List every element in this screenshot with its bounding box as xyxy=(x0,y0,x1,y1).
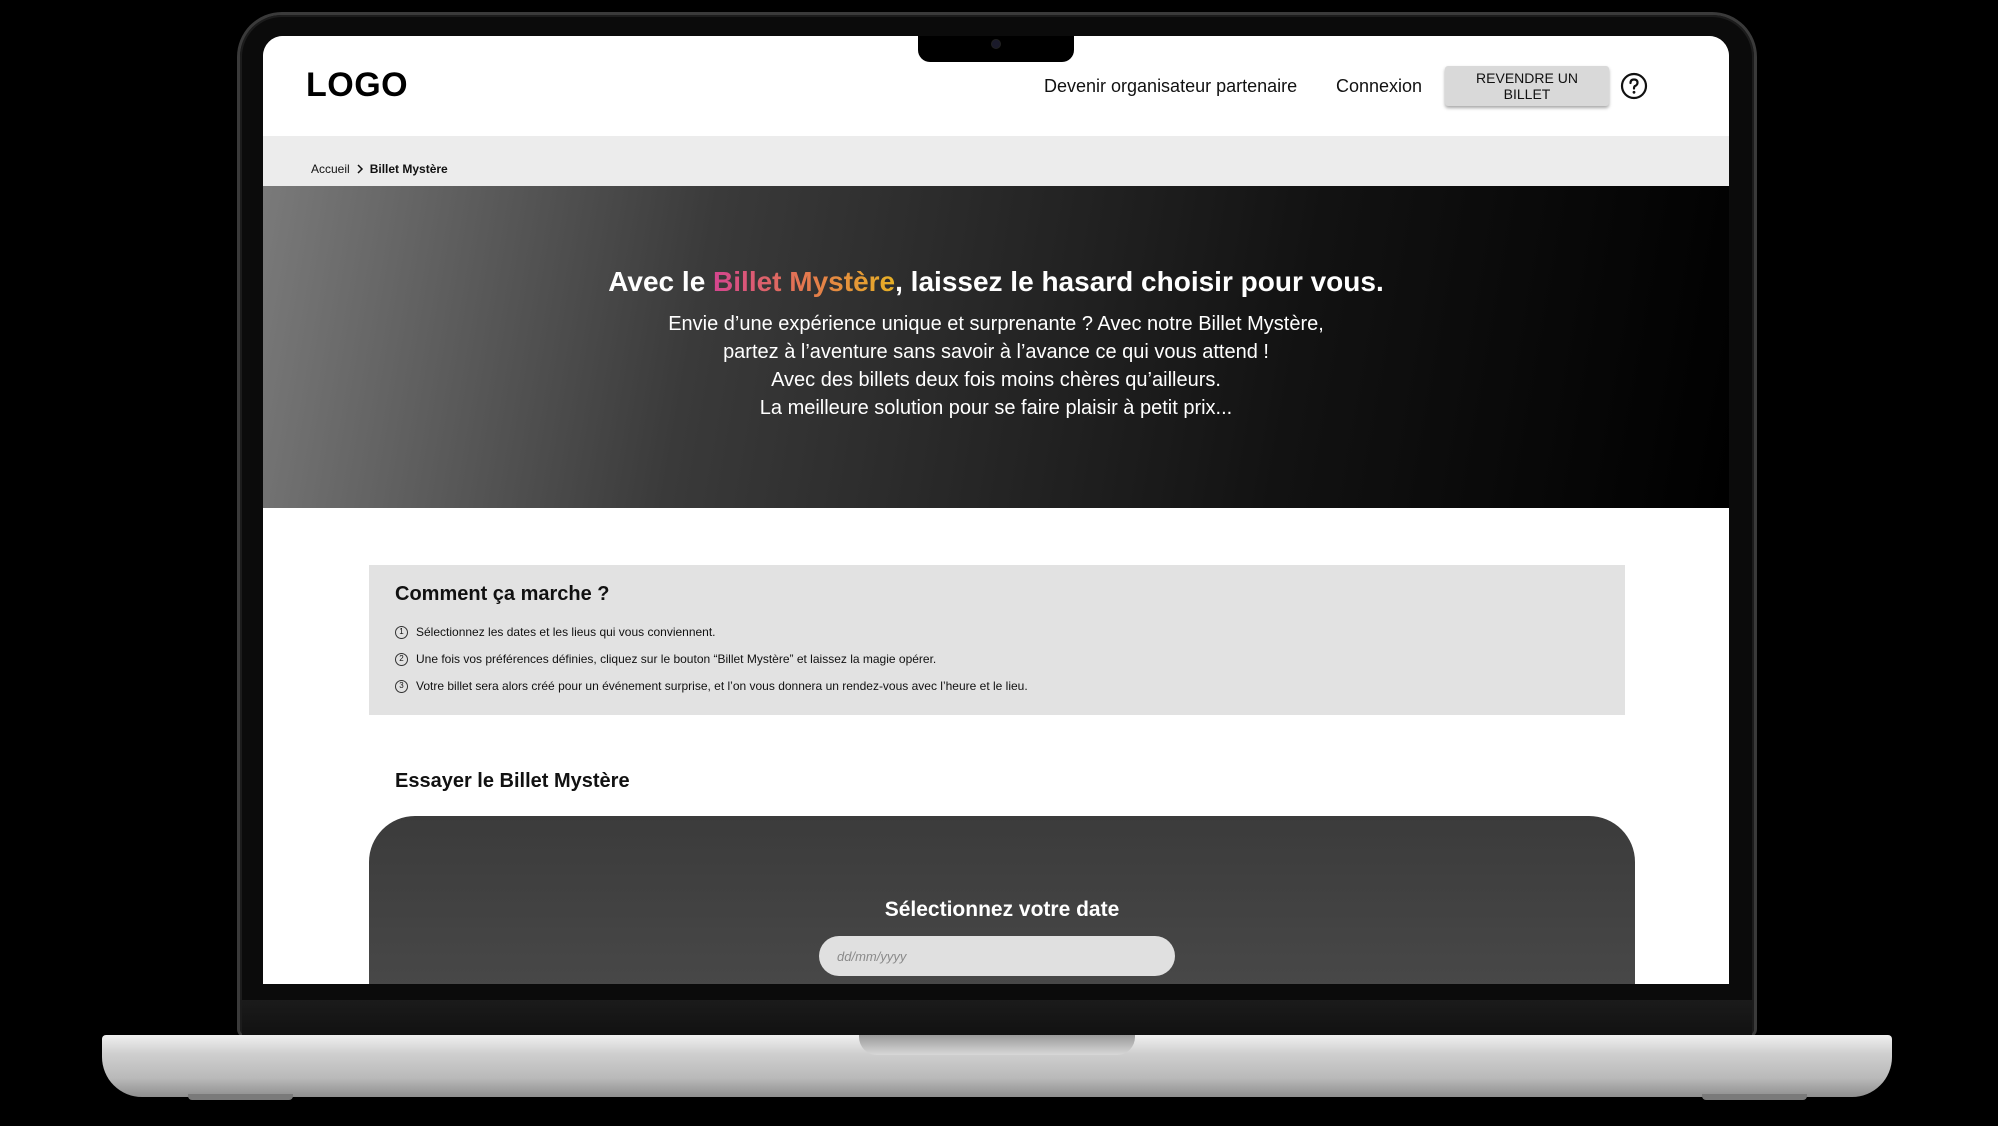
how-it-works-title: Comment ça marche ? xyxy=(395,583,610,605)
site-logo[interactable]: LOGO xyxy=(306,66,408,105)
screen-notch xyxy=(918,36,1074,62)
hero-title-highlight: Billet Mystère xyxy=(713,266,896,297)
breadcrumb-home[interactable]: Accueil xyxy=(311,162,350,176)
hero-title-before: Avec le xyxy=(608,266,714,297)
date-input[interactable] xyxy=(819,936,1175,976)
hero-line: Avec des billets deux fois moins chères … xyxy=(771,369,1221,391)
hero-title: Avec le Billet Mystère, laissez le hasar… xyxy=(263,266,1729,298)
laptop-base xyxy=(102,1035,1892,1097)
step-item: 3 Votre billet sera alors créé pour un é… xyxy=(395,679,1028,693)
laptop-foot-right xyxy=(1702,1094,1807,1100)
camera-icon xyxy=(992,40,1000,48)
breadcrumb: Accueil Billet Mystère xyxy=(263,136,1729,186)
resell-ticket-button[interactable]: REVENDRE UN BILLET xyxy=(1445,66,1609,106)
step-number-icon: 2 xyxy=(395,652,408,666)
laptop-chin xyxy=(242,1000,1752,1036)
breadcrumb-current: Billet Mystère xyxy=(369,162,448,176)
nav-link-partner[interactable]: Devenir organisateur partenaire xyxy=(1044,76,1297,97)
step-text: Une fois vos préférences définies, cliqu… xyxy=(416,652,937,666)
step-item: 1 Sélectionnez les dates et les lieus qu… xyxy=(395,625,716,639)
step-number-icon: 3 xyxy=(395,679,408,693)
hero-line: La meilleure solution pour se faire plai… xyxy=(759,397,1233,419)
hero-title-after: , laissez le hasard choisir pour vous. xyxy=(895,266,1384,297)
try-section-title: Essayer le Billet Mystère xyxy=(395,770,630,792)
date-selection-panel: Sélectionnez votre date xyxy=(369,816,1635,984)
hero-line: Envie d’une expérience unique et surpren… xyxy=(668,313,1324,335)
question-circle-icon[interactable] xyxy=(1620,72,1648,100)
nav-link-login[interactable]: Connexion xyxy=(1336,76,1422,97)
hero-description: Envie d’une expérience unique et surpren… xyxy=(263,310,1729,422)
hero-line: partez à l’aventure sans savoir à l’avan… xyxy=(723,341,1269,363)
date-label: Sélectionnez votre date xyxy=(884,898,1120,921)
how-it-works-box: Comment ça marche ? 1 Sélectionnez les d… xyxy=(369,565,1625,715)
step-text: Votre billet sera alors créé pour un évé… xyxy=(416,679,1028,693)
chevron-right-icon xyxy=(357,164,363,174)
step-number-icon: 1 xyxy=(395,625,408,639)
laptop-groove xyxy=(859,1035,1135,1055)
step-item: 2 Une fois vos préférences définies, cli… xyxy=(395,652,936,666)
hero-banner: Avec le Billet Mystère, laissez le hasar… xyxy=(263,186,1729,508)
screen: LOGO Devenir organisateur partenaire Con… xyxy=(263,36,1729,984)
laptop-foot-left xyxy=(188,1094,293,1100)
step-text: Sélectionnez les dates et les lieus qui … xyxy=(416,625,716,639)
